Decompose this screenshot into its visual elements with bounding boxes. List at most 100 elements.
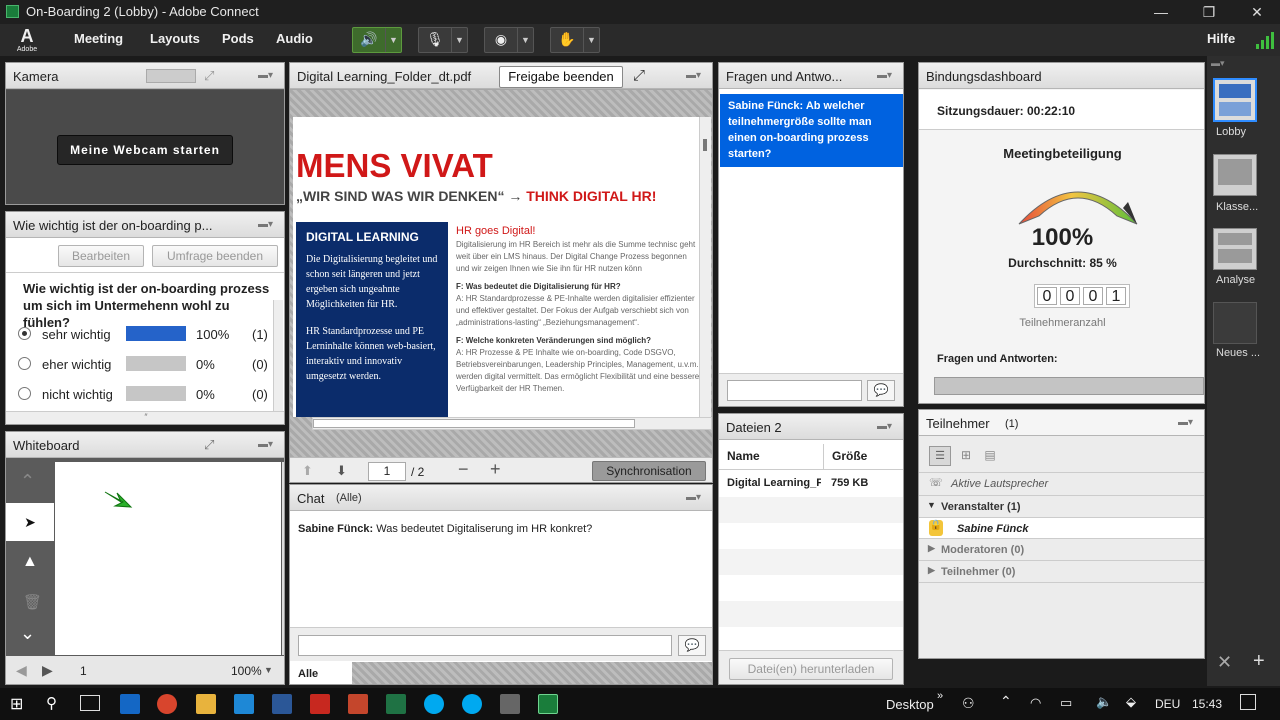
pod-menu-icon[interactable]: ▬▾ bbox=[258, 219, 278, 231]
menu-layouts[interactable]: Layouts bbox=[150, 31, 200, 46]
whiteboard-canvas[interactable] bbox=[55, 462, 281, 655]
layout-label[interactable]: Klasse... bbox=[1216, 201, 1258, 213]
menu-meeting[interactable]: Meeting bbox=[74, 31, 123, 46]
zoom-out-icon[interactable]: − bbox=[458, 459, 469, 480]
excel-icon[interactable] bbox=[386, 694, 406, 714]
qa-input[interactable] bbox=[727, 380, 862, 401]
poll-answer-row[interactable]: sehr wichtig 100% (1) bbox=[6, 320, 276, 348]
sidebar-menu-icon[interactable]: ▬▾ bbox=[1211, 58, 1225, 69]
pod-menu-icon[interactable]: ▬▾ bbox=[258, 70, 278, 82]
pdf-vertical-scrollbar[interactable] bbox=[699, 117, 711, 417]
edge-icon[interactable] bbox=[234, 694, 254, 714]
layout-thumb-analysis[interactable] bbox=[1213, 228, 1257, 270]
menu-pods[interactable]: Pods bbox=[222, 31, 254, 46]
microphone-button[interactable]: 🎙 ▼ bbox=[418, 27, 468, 53]
group-participants[interactable]: ▶ Teilnehmer (0) bbox=[919, 561, 1204, 583]
chevron-down-icon[interactable]: ▼ bbox=[583, 28, 599, 52]
powerpoint-icon[interactable] bbox=[348, 694, 368, 714]
arrow-right-icon[interactable]: ▶ bbox=[42, 662, 53, 679]
sync-button[interactable]: Synchronisation bbox=[592, 461, 706, 481]
tools-icon[interactable]: ✕ bbox=[1217, 652, 1232, 673]
poll-answer-row[interactable]: nicht wichtig 0% (0) bbox=[6, 380, 276, 408]
send-message-icon[interactable]: 💬 bbox=[678, 635, 706, 656]
camera-button[interactable]: ◉ ▼ bbox=[484, 27, 534, 53]
end-poll-button[interactable]: Umfrage beenden bbox=[152, 245, 278, 267]
skype-icon[interactable] bbox=[424, 694, 444, 714]
layout-label[interactable]: Neues ... bbox=[1216, 347, 1260, 359]
add-layout-icon[interactable]: + bbox=[1253, 650, 1265, 673]
chevron-down-icon[interactable]: ▼ bbox=[264, 665, 273, 675]
fullscreen-icon[interactable]: ⤢ bbox=[204, 68, 214, 84]
desktop-toolbar-label[interactable]: Desktop bbox=[886, 697, 934, 712]
maximize-button[interactable]: ❐ bbox=[1186, 0, 1232, 24]
zoom-in-icon[interactable]: + bbox=[490, 459, 501, 480]
search-icon[interactable]: ⚲ bbox=[46, 694, 57, 712]
minimize-button[interactable]: — bbox=[1138, 0, 1184, 24]
column-size[interactable]: Größe bbox=[823, 444, 875, 470]
chevron-down-icon[interactable]: ⌄ bbox=[20, 623, 35, 644]
layout-thumb-class[interactable] bbox=[1213, 154, 1257, 196]
arrow-down-icon[interactable]: ⬇ bbox=[336, 463, 347, 479]
outlook-icon[interactable] bbox=[120, 694, 140, 714]
chrome-icon[interactable] bbox=[157, 694, 177, 714]
resize-handle[interactable]: ″ bbox=[6, 411, 284, 424]
attendee-row[interactable]: 🔒 Sabine Fünck bbox=[919, 517, 1204, 539]
arrow-left-icon[interactable]: ◀ bbox=[16, 662, 27, 679]
fullscreen-icon[interactable]: ⤢ bbox=[633, 67, 645, 84]
pod-menu-icon[interactable]: ▬▾ bbox=[877, 70, 897, 82]
speaker-button[interactable]: 🔊 ▼ bbox=[352, 27, 402, 53]
chevron-down-icon[interactable]: ▼ bbox=[451, 28, 467, 52]
radio-button[interactable] bbox=[18, 387, 31, 400]
chevron-up-icon[interactable]: ⌃ bbox=[1000, 693, 1012, 710]
breakout-view-icon[interactable]: ⊞ bbox=[955, 446, 977, 466]
list-view-icon[interactable]: ☰ bbox=[929, 446, 951, 466]
menu-help[interactable]: Hilfe bbox=[1207, 31, 1235, 46]
shape-tool-icon[interactable]: ▲ bbox=[22, 553, 38, 571]
language-indicator[interactable]: DEU bbox=[1155, 697, 1180, 711]
layout-label[interactable]: Lobby bbox=[1216, 126, 1246, 138]
fullscreen-icon[interactable]: ⤢ bbox=[204, 437, 214, 453]
column-name[interactable]: Name bbox=[727, 449, 760, 463]
layout-toggle-icon[interactable] bbox=[146, 69, 196, 83]
dropbox-icon[interactable]: ⬙ bbox=[1126, 694, 1136, 710]
status-view-icon[interactable]: ▤ bbox=[979, 446, 1001, 466]
radio-button[interactable] bbox=[18, 357, 31, 370]
notifications-icon[interactable] bbox=[1240, 694, 1256, 710]
pod-menu-icon[interactable]: ▬▾ bbox=[258, 439, 278, 451]
chevron-double-right-icon[interactable]: » bbox=[937, 690, 943, 702]
download-files-button[interactable]: Datei(en) herunterladen bbox=[729, 658, 893, 680]
chevron-up-icon[interactable]: ⌃ bbox=[20, 471, 35, 492]
layout-label[interactable]: Analyse bbox=[1216, 274, 1255, 286]
trash-icon[interactable]: 🗑 bbox=[23, 593, 42, 611]
whiteboard-zoom[interactable]: 100% bbox=[231, 664, 262, 678]
edit-poll-button[interactable]: Bearbeiten bbox=[58, 245, 144, 267]
file-explorer-icon[interactable] bbox=[196, 694, 216, 714]
pdf-horizontal-scrollbar[interactable] bbox=[312, 417, 712, 430]
task-view-icon[interactable] bbox=[80, 695, 100, 711]
clock[interactable]: 15:43 bbox=[1192, 697, 1222, 711]
arrow-up-icon[interactable]: ⬆ bbox=[302, 463, 313, 479]
volume-icon[interactable]: 🔈 bbox=[1096, 694, 1112, 710]
page-number-input[interactable]: 1 bbox=[368, 462, 406, 481]
green-arrow-icon[interactable] bbox=[103, 488, 133, 510]
skype-business-icon[interactable] bbox=[462, 694, 482, 714]
pod-menu-icon[interactable]: ▬▾ bbox=[686, 70, 706, 82]
acrobat-icon[interactable] bbox=[310, 694, 330, 714]
poll-answer-row[interactable]: eher wichtig 0% (0) bbox=[6, 350, 276, 378]
qa-question-item[interactable]: Sabine Fünck: Ab welcher teilnehmergröße… bbox=[720, 94, 903, 167]
send-question-icon[interactable]: 💬 bbox=[867, 380, 895, 401]
group-hosts[interactable]: ▼ Veranstalter (1) bbox=[919, 495, 1204, 517]
layout-thumb-new[interactable] bbox=[1213, 302, 1257, 344]
menu-audio[interactable]: Audio bbox=[276, 31, 313, 46]
raise-hand-button[interactable]: ✋ ▼ bbox=[550, 27, 600, 53]
word-icon[interactable] bbox=[272, 694, 292, 714]
people-icon[interactable]: ⚇ bbox=[962, 695, 975, 712]
chat-tab-all[interactable]: Alle bbox=[290, 662, 352, 684]
battery-icon[interactable]: ▭ bbox=[1060, 695, 1072, 711]
close-button[interactable]: ✕ bbox=[1234, 0, 1280, 24]
chat-input[interactable] bbox=[298, 635, 672, 656]
chevron-down-icon[interactable]: ▼ bbox=[385, 28, 401, 52]
photos-icon[interactable] bbox=[500, 694, 520, 714]
group-presenters[interactable]: ▶ Moderatoren (0) bbox=[919, 539, 1204, 561]
pod-menu-icon[interactable]: ▬▾ bbox=[877, 421, 897, 433]
